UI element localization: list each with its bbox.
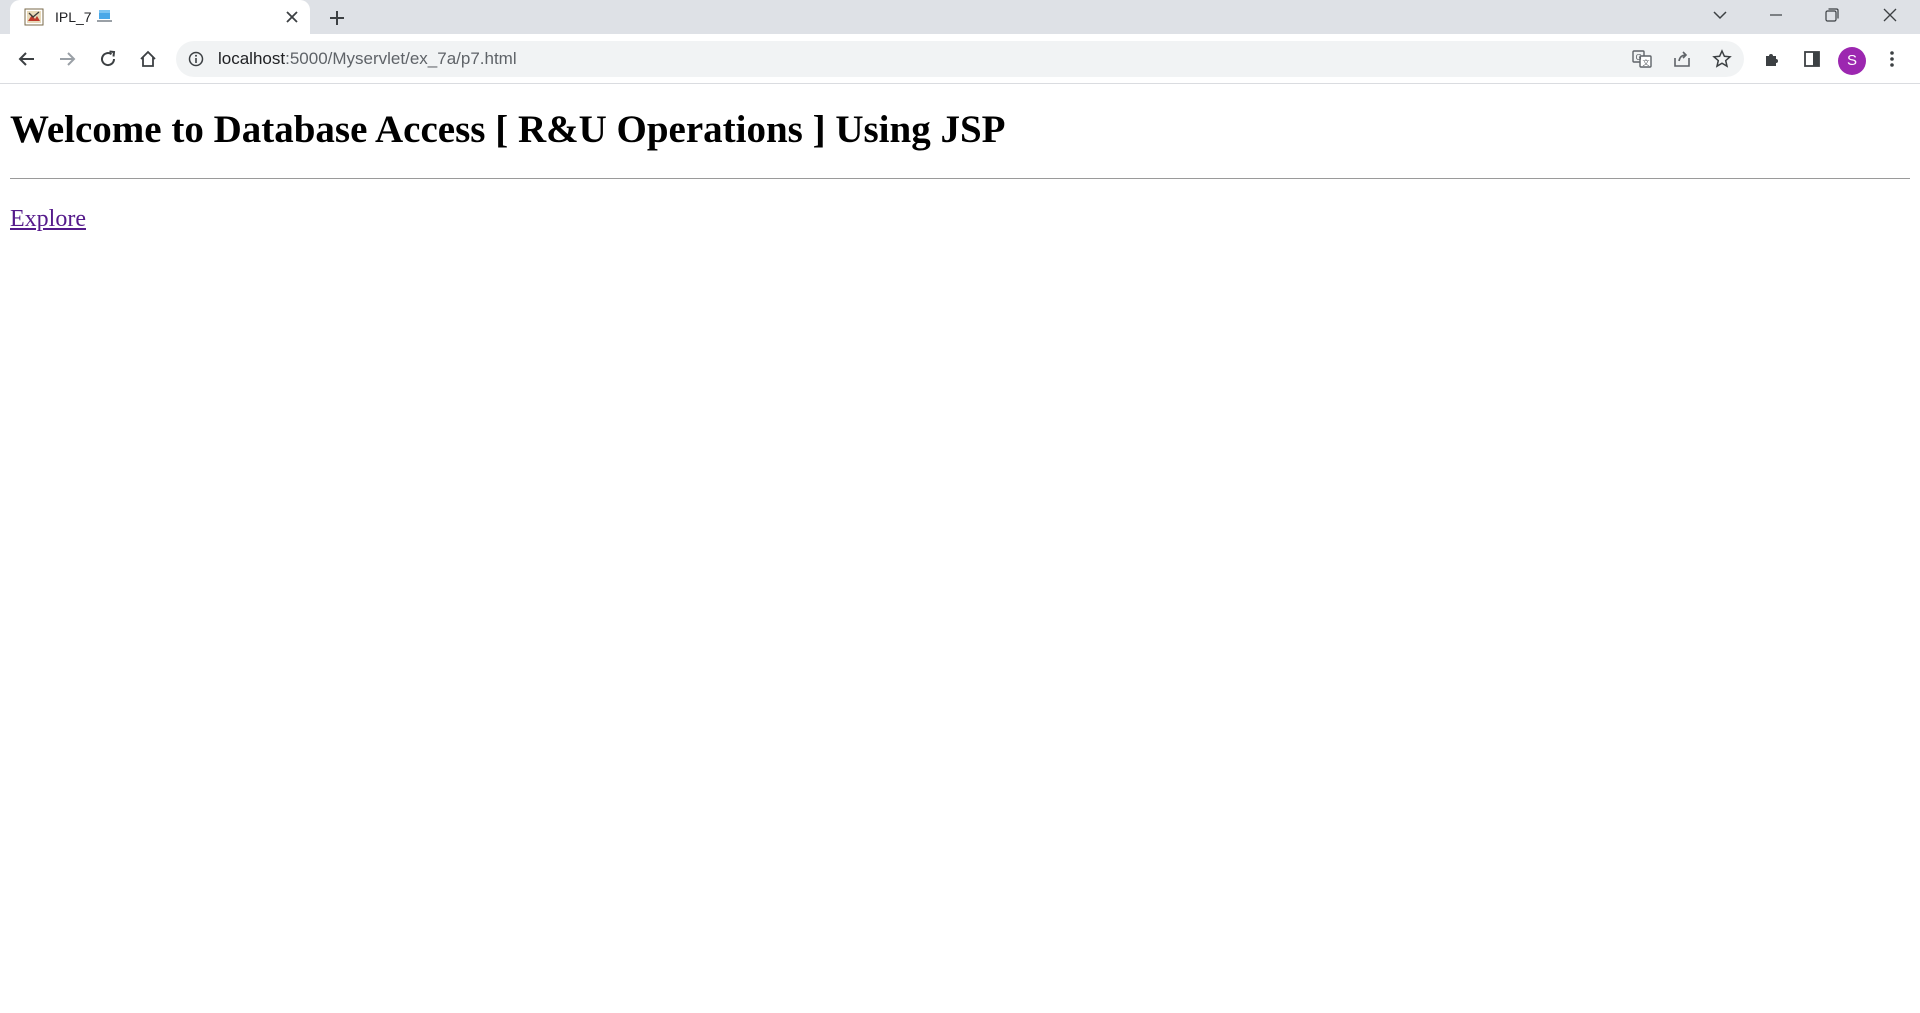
url-text[interactable]: localhost:5000/Myservlet/ex_7a/p7.html xyxy=(218,41,517,77)
close-window-button[interactable] xyxy=(1862,0,1918,30)
address-bar[interactable]: localhost:5000/Myservlet/ex_7a/p7.html G… xyxy=(176,41,1744,77)
extensions-puzzle-icon[interactable] xyxy=(1756,43,1788,75)
page-title: Welcome to Database Access [ R&U Operati… xyxy=(10,108,1006,151)
tab-search-chevron-icon[interactable] xyxy=(1692,0,1748,30)
explore-link[interactable]: Explore xyxy=(10,206,86,233)
forward-arrow-icon[interactable] xyxy=(51,43,83,75)
browser-tab-active[interactable]: IPL_7 xyxy=(10,0,310,34)
home-icon[interactable] xyxy=(132,43,164,75)
svg-text:文: 文 xyxy=(1643,58,1650,67)
page-content: Welcome to Database Access [ R&U Operati… xyxy=(0,85,1920,1013)
close-tab-icon[interactable] xyxy=(282,7,302,27)
kebab-menu-icon[interactable] xyxy=(1876,43,1908,75)
restore-window-button[interactable] xyxy=(1804,0,1860,30)
url-path: :5000/Myservlet/ex_7a/p7.html xyxy=(285,49,517,68)
minimize-window-button[interactable] xyxy=(1748,0,1804,30)
side-panel-icon[interactable] xyxy=(1796,43,1828,75)
profile-avatar[interactable]: S xyxy=(1838,47,1866,75)
horizontal-rule xyxy=(10,178,1910,179)
reload-icon[interactable] xyxy=(92,43,124,75)
java-coffee-icon xyxy=(24,7,44,27)
browser-toolbar: localhost:5000/Myservlet/ex_7a/p7.html G… xyxy=(0,34,1920,84)
share-icon[interactable] xyxy=(1668,45,1696,73)
svg-text:G: G xyxy=(1636,53,1642,62)
translate-icon[interactable]: G 文 xyxy=(1628,45,1656,73)
laptop-icon xyxy=(97,9,112,24)
back-arrow-icon[interactable] xyxy=(11,43,43,75)
url-host: localhost xyxy=(218,49,286,68)
tab-strip: IPL_7 xyxy=(0,0,1920,34)
tab-title: IPL_7 xyxy=(55,9,92,25)
new-tab-button[interactable] xyxy=(324,5,350,31)
bookmark-star-icon[interactable] xyxy=(1708,45,1736,73)
site-info-icon[interactable] xyxy=(186,49,206,69)
